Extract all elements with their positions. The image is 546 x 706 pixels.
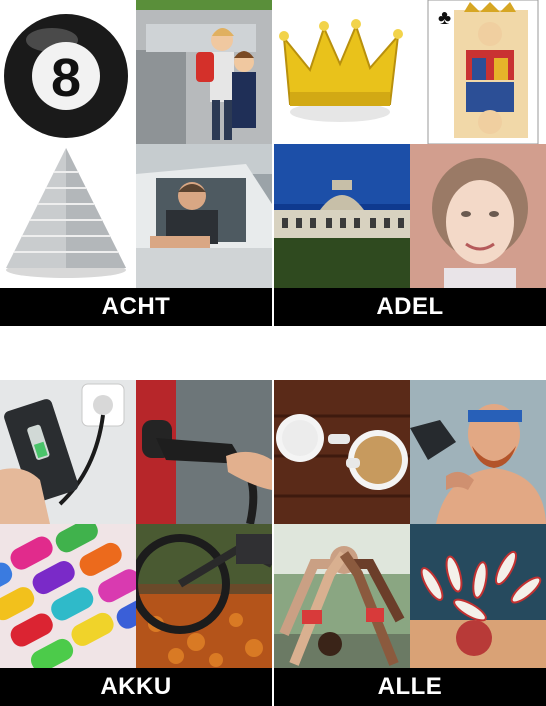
- image-grid: ♣: [274, 0, 546, 288]
- colorful-batteries-icon: [0, 524, 136, 668]
- answer-label: AKKU: [0, 668, 272, 706]
- bowling-pins-strike-icon: [410, 524, 546, 668]
- puzzle-card-2[interactable]: ♣ ADEL: [274, 0, 546, 326]
- svg-text:♣: ♣: [438, 7, 451, 29]
- answer-label: ACHT: [0, 288, 272, 326]
- palace-building-icon: [274, 144, 410, 288]
- puzzle-card-1[interactable]: 8 ACHT: [0, 0, 272, 326]
- gold-crown-icon: [274, 0, 410, 144]
- image-grid: 8: [0, 0, 272, 288]
- answer-label: ALLE: [274, 668, 546, 706]
- group-high-five-icon: [274, 524, 410, 668]
- image-grid: [274, 380, 546, 668]
- ev-charging-plug-icon: [136, 380, 272, 524]
- e-bike-in-autumn-leaves-icon: [136, 524, 272, 668]
- smartphone-charging-icon: [0, 380, 136, 524]
- billiard-8-ball-icon: 8: [0, 0, 136, 144]
- man-leaning-out-of-car-window-icon: [136, 144, 272, 288]
- children-with-backpacks-by-car-icon: [136, 0, 272, 144]
- puzzle-card-3[interactable]: AKKU: [0, 380, 272, 706]
- queen-on-banknote-icon: [410, 144, 546, 288]
- puzzle-card-4[interactable]: ALLE: [274, 380, 546, 706]
- svg-text:8: 8: [51, 48, 81, 108]
- image-grid: [0, 380, 272, 668]
- pyramid-cone-icon: [0, 144, 136, 288]
- king-of-clubs-card-icon: ♣: [410, 0, 546, 144]
- answer-label: ADEL: [274, 288, 546, 326]
- man-with-headband-and-dryer-icon: [410, 380, 546, 524]
- coffee-cups-top-view-icon: [274, 380, 410, 524]
